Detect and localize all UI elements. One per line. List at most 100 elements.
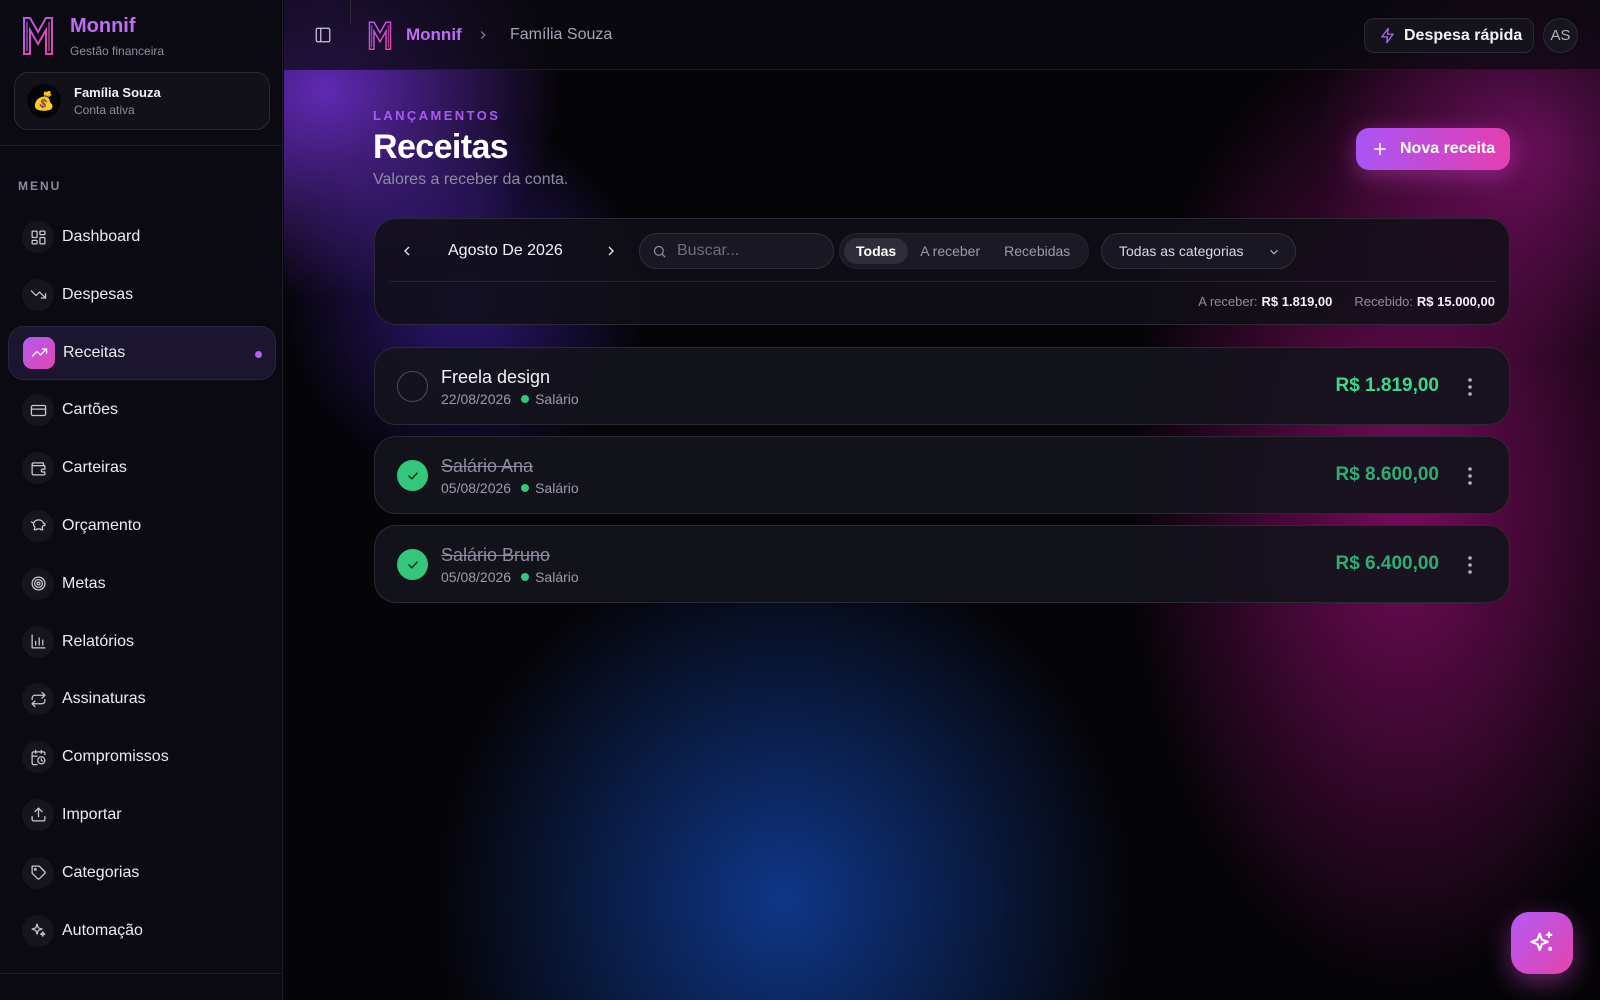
sidebar-item-compromissos[interactable]: Compromissos: [8, 730, 276, 784]
target-icon: [22, 567, 54, 600]
ai-assistant-button[interactable]: [1511, 912, 1573, 974]
search-box: [639, 233, 834, 269]
check-icon: [407, 471, 418, 480]
entry-title: Freela design: [441, 367, 551, 387]
calendar-clock-icon: [22, 741, 54, 774]
more-options-button[interactable]: [1467, 377, 1473, 397]
sparkles-icon: [22, 914, 54, 947]
topbar: Monnif Família Souza Despesa rápida AS: [284, 0, 1600, 70]
received-label: Recebido:: [1354, 294, 1413, 309]
entry-category: Salário: [535, 480, 579, 496]
trending-down-icon: [22, 278, 54, 311]
repeat-icon: [22, 683, 54, 716]
entry-category: Salário: [535, 569, 579, 585]
more-options-button[interactable]: [1467, 466, 1473, 486]
list-item[interactable]: Freela design 22/08/2026 Salário R$ 1.81…: [374, 347, 1510, 425]
entry-amount: R$ 8.600,00: [1335, 464, 1439, 485]
entry-amount: R$ 1.819,00: [1335, 375, 1439, 396]
entry-date: 05/08/2026: [441, 569, 512, 585]
trending-up-icon: [23, 336, 55, 369]
lightning-icon: [1381, 27, 1394, 44]
to-receive-total: A receber: R$ 1.819,00: [1198, 294, 1332, 309]
sidebar-item-label: Metas: [62, 574, 106, 592]
chevron-down-icon: [1270, 249, 1278, 255]
more-vertical-icon: [1468, 467, 1472, 485]
sidebar-item-categorias[interactable]: Categorias: [8, 846, 276, 900]
status-option-a-receber[interactable]: A receber: [908, 238, 992, 264]
sidebar-item-automacao[interactable]: Automação: [8, 904, 276, 958]
received-value: R$ 15.000,00: [1416, 294, 1495, 309]
upload-icon: [22, 798, 54, 831]
sidebar-item-relatorios[interactable]: Relatórios: [8, 615, 276, 669]
entry-category: Salário: [535, 391, 579, 407]
next-month-button[interactable]: [603, 243, 619, 259]
sidebar-item-receitas[interactable]: Receitas: [8, 325, 276, 380]
category-color-dot: [521, 573, 530, 581]
sidebar-item-label: Importar: [62, 805, 122, 823]
monnif-logo-icon: [23, 17, 53, 55]
sidebar-item-cartoes[interactable]: Cartões: [8, 383, 276, 437]
menu-label: MENU: [18, 179, 62, 193]
ai-sparkles-icon: [1530, 931, 1553, 952]
category-color-dot: [521, 484, 530, 492]
sidebar-item-despesas[interactable]: Despesas: [8, 268, 276, 322]
tag-icon: [22, 856, 54, 889]
received-total: Recebido: R$ 15.000,00: [1354, 294, 1495, 309]
more-options-button[interactable]: [1467, 555, 1473, 575]
sidebar-item-importar[interactable]: Importar: [8, 788, 276, 842]
brand-subtitle: Gestão financeira: [70, 44, 165, 58]
month-label: Agosto De 2026: [448, 242, 563, 259]
topbar-separator: [350, 0, 351, 24]
account-status: Conta ativa: [74, 103, 135, 117]
sidebar-nav: Dashboard Despesas Receitas Cartões Cart…: [8, 210, 276, 961]
mark-received-checkbox[interactable]: [397, 371, 428, 402]
filter-bar: Agosto De 2026 Todas A receber Recebidas…: [374, 218, 1510, 325]
wallet-icon: [22, 452, 54, 485]
breadcrumb-current: Família Souza: [510, 26, 613, 43]
account-switcher[interactable]: 💰 Família Souza Conta ativa: [14, 72, 270, 130]
to-receive-label: A receber:: [1198, 294, 1258, 309]
account-name: Família Souza: [74, 85, 161, 100]
active-indicator-dot: [255, 350, 262, 358]
sidebar-item-label: Assinaturas: [62, 690, 146, 708]
sidebar-item-metas[interactable]: Metas: [8, 557, 276, 611]
mark-received-checkbox[interactable]: [397, 549, 428, 580]
chevron-right-icon: [608, 246, 614, 256]
brand[interactable]: Monnif Gestão financeira: [22, 14, 164, 58]
sidebar-item-carteiras[interactable]: Carteiras: [8, 441, 276, 495]
status-option-todas[interactable]: Todas: [844, 238, 909, 264]
search-input[interactable]: [677, 242, 827, 260]
entry-meta: 22/08/2026 Salário: [441, 391, 579, 407]
new-income-button[interactable]: Nova receita: [1356, 128, 1510, 170]
status-option-recebidas[interactable]: Recebidas: [992, 238, 1082, 264]
list-item[interactable]: Salário Bruno 05/08/2026 Salário R$ 6.40…: [374, 525, 1510, 603]
sidebar-item-orcamento[interactable]: Orçamento: [8, 499, 276, 553]
entry-meta: 05/08/2026 Salário: [441, 569, 579, 585]
entry-title: Salário Ana: [441, 456, 534, 476]
breadcrumb-brand-link[interactable]: Monnif: [406, 25, 462, 45]
entry-date: 22/08/2026: [441, 391, 512, 407]
chevron-right-icon: [476, 28, 490, 42]
previous-month-button[interactable]: [399, 243, 415, 259]
filter-divider: [389, 281, 1497, 282]
user-avatar[interactable]: AS: [1543, 18, 1578, 53]
sidebar-toggle-button[interactable]: [314, 26, 332, 44]
money-bag-icon: 💰: [27, 84, 61, 118]
sidebar-item-dashboard[interactable]: Dashboard: [8, 210, 276, 264]
page-subtitle: Valores a receber da conta.: [373, 171, 569, 188]
quick-expense-label: Despesa rápida: [1404, 26, 1523, 44]
monnif-logo-icon[interactable]: [368, 19, 392, 51]
list-item[interactable]: Salário Ana 05/08/2026 Salário R$ 8.600,…: [374, 436, 1510, 514]
sidebar-item-label: Carteiras: [62, 459, 127, 477]
mark-received-checkbox[interactable]: [397, 460, 428, 491]
sidebar-item-label: Cartões: [62, 401, 119, 419]
entry-date: 05/08/2026: [441, 480, 512, 496]
more-vertical-icon: [1468, 556, 1472, 574]
entry-amount: R$ 6.400,00: [1335, 553, 1439, 574]
quick-expense-button[interactable]: Despesa rápida: [1364, 18, 1534, 53]
sidebar-item-label: Dashboard: [62, 228, 141, 245]
category-select[interactable]: Todas as categorias: [1101, 233, 1296, 269]
plus-icon: [1373, 142, 1387, 156]
sidebar-item-assinaturas[interactable]: Assinaturas: [8, 672, 276, 726]
entry-title: Salário Bruno: [441, 545, 551, 565]
